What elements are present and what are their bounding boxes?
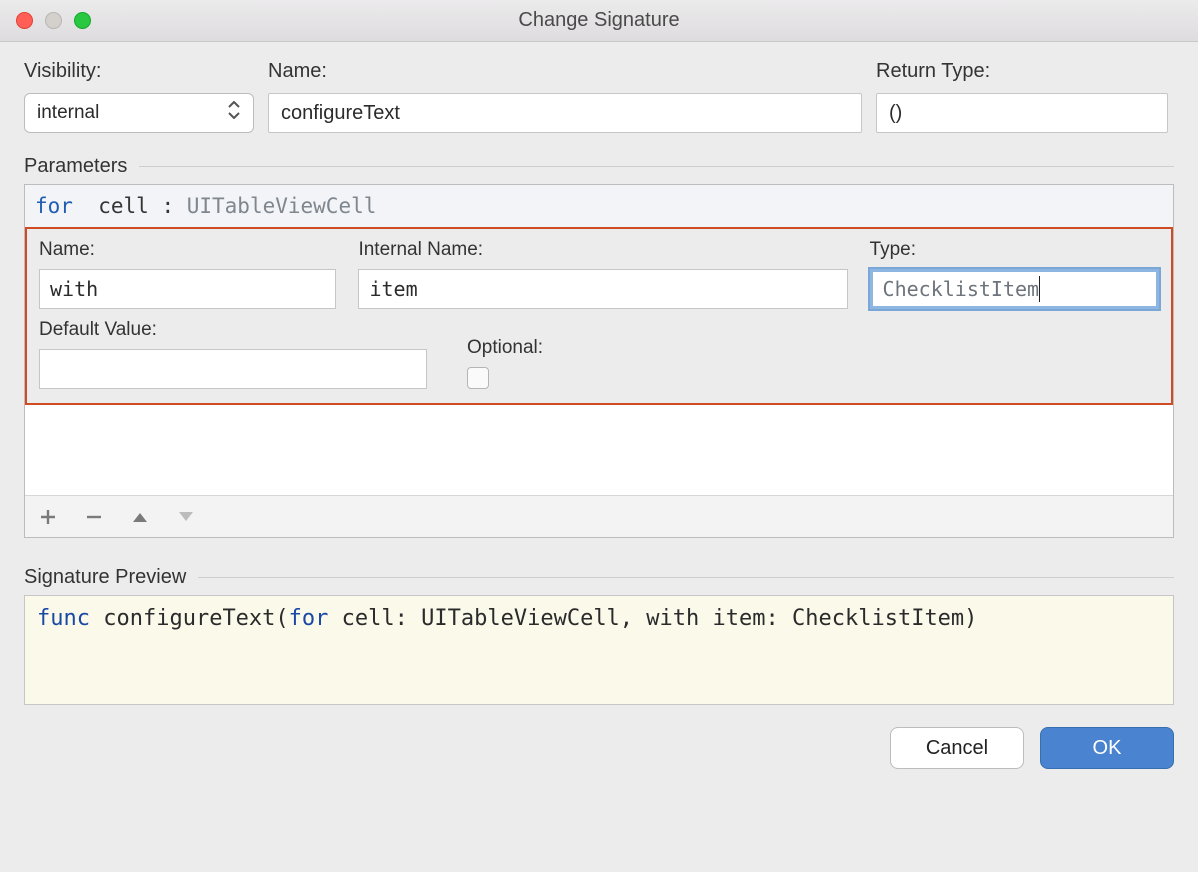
add-icon[interactable] [39, 508, 57, 526]
visibility-label: Visibility: [24, 60, 254, 83]
visibility-select[interactable]: internal [24, 93, 254, 133]
name-value: configureText [281, 102, 400, 125]
parameters-heading: Parameters [24, 155, 1174, 178]
name-field: Name: configureText [268, 60, 862, 133]
row-keyword: for [35, 194, 73, 218]
param-name-value: with [50, 277, 98, 301]
signature-preview: func configureText(for cell: UITableView… [24, 595, 1174, 705]
name-input[interactable]: configureText [268, 93, 862, 133]
preview-kw1: func [37, 606, 103, 631]
preview-seg1: configureText( [103, 606, 288, 631]
titlebar: Change Signature [0, 0, 1198, 42]
param-name-label: Name: [39, 239, 336, 261]
parameters-panel: for cell : UITableViewCell Name: with In… [24, 184, 1174, 538]
return-type-value: () [889, 102, 902, 125]
return-type-field: Return Type: () [876, 60, 1168, 133]
window-title: Change Signature [0, 9, 1198, 32]
parameters-toolbar [25, 495, 1173, 537]
param-optional-checkbox[interactable] [467, 367, 489, 389]
visibility-value: internal [37, 102, 99, 124]
parameter-editor: Name: with Internal Name: item Type: Che… [25, 227, 1173, 405]
param-name-field: Name: with [39, 239, 336, 309]
remove-icon[interactable] [85, 508, 103, 526]
row-type: UITableViewCell [187, 194, 377, 218]
param-type-label: Type: [870, 239, 1159, 261]
param-name-input[interactable]: with [39, 269, 336, 309]
parameters-heading-text: Parameters [24, 155, 127, 178]
return-type-input[interactable]: () [876, 93, 1168, 133]
param-internal-value: item [369, 277, 417, 301]
preview-heading: Signature Preview [24, 566, 1174, 589]
name-label: Name: [268, 60, 862, 83]
param-default-input[interactable] [39, 349, 427, 389]
move-up-icon[interactable] [131, 510, 149, 524]
ok-label: OK [1093, 737, 1122, 760]
param-internal-label: Internal Name: [358, 239, 847, 261]
preview-kw2: for [289, 606, 342, 631]
cancel-button[interactable]: Cancel [890, 727, 1024, 769]
chevron-down-icon [227, 101, 241, 125]
row-tail: cell : [73, 194, 187, 218]
dialog-footer: Cancel OK [0, 705, 1198, 769]
parameters-empty-area [25, 405, 1173, 495]
move-down-icon[interactable] [177, 510, 195, 524]
param-internal-input[interactable]: item [358, 269, 847, 309]
ok-button[interactable]: OK [1040, 727, 1174, 769]
divider [198, 577, 1174, 578]
preview-seg2: cell: UITableViewCell, with item: Checkl… [342, 606, 978, 631]
visibility-field: Visibility: internal [24, 60, 254, 133]
param-type-value: ChecklistItem [883, 277, 1040, 301]
param-default-field: Default Value: [39, 319, 427, 389]
param-type-input[interactable]: ChecklistItem [870, 269, 1159, 309]
param-optional-field: Optional: [467, 337, 543, 389]
divider [139, 166, 1174, 167]
cancel-label: Cancel [926, 737, 988, 760]
param-optional-label: Optional: [467, 337, 543, 359]
return-type-label: Return Type: [876, 60, 1168, 83]
param-default-label: Default Value: [39, 319, 427, 341]
param-type-field: Type: ChecklistItem [870, 239, 1159, 309]
preview-heading-text: Signature Preview [24, 566, 186, 589]
param-internal-field: Internal Name: item [358, 239, 847, 309]
text-caret [1039, 276, 1040, 302]
parameter-list-row[interactable]: for cell : UITableViewCell [25, 185, 1173, 227]
